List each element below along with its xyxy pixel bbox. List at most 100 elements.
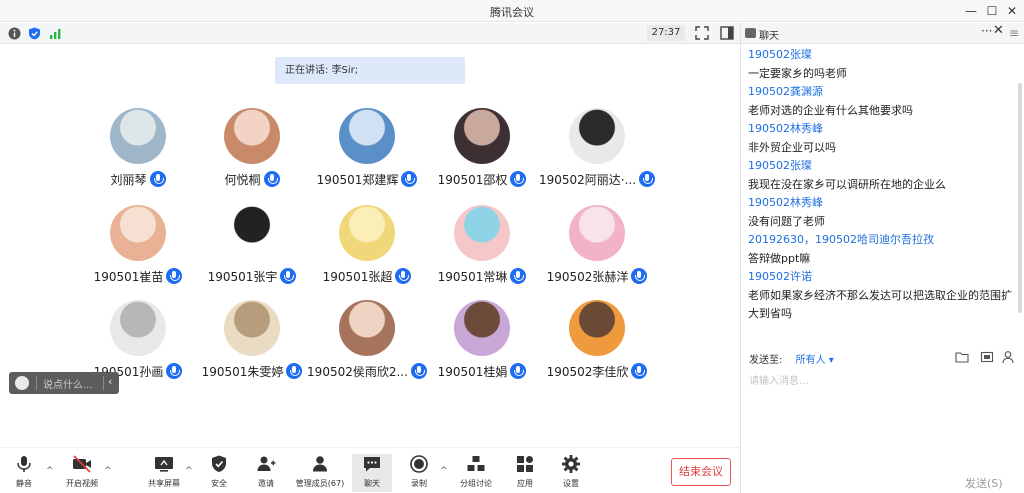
avatar	[339, 108, 395, 164]
mic-icon	[166, 363, 183, 379]
message-sender[interactable]: 190502林秀峰	[748, 120, 1020, 139]
breakout-icon	[467, 456, 485, 471]
members-icon	[313, 456, 327, 472]
avatar	[454, 300, 510, 356]
invite-button[interactable]: 邀请	[252, 454, 280, 492]
message-text: 非外贸企业可以吗	[748, 140, 836, 154]
meeting-toolbar: 静音 ^ 开启视频 ^ 共享屏幕 ^ 安全 邀请 管理成员(67) 聊天 录制 …	[0, 447, 740, 493]
record-icon	[410, 455, 428, 473]
video-off-icon	[73, 455, 91, 473]
avatar	[339, 300, 395, 356]
avatar	[224, 300, 280, 356]
avatar	[110, 300, 166, 356]
mic-icon	[631, 268, 648, 284]
message-sender[interactable]: 190502许诺	[748, 268, 1020, 287]
fullscreen-icon[interactable]	[694, 25, 710, 41]
start-video-button[interactable]: 开启视频	[62, 454, 102, 492]
microphone-icon	[17, 456, 31, 472]
gear-icon	[562, 455, 580, 473]
meeting-timer: 27:37	[647, 25, 685, 41]
mic-icon	[510, 363, 527, 379]
avatar	[224, 108, 280, 164]
mic-icon	[395, 268, 412, 284]
send-to-select[interactable]: 所有人 ▾	[796, 355, 834, 366]
message-text: 老师对选的企业有什么其他要求吗	[748, 103, 913, 117]
chat-scrollbar[interactable]	[1018, 83, 1022, 313]
avatar	[569, 205, 625, 261]
avatar	[569, 300, 625, 356]
message-text: 没有问题了老师	[748, 214, 825, 228]
chat-panel: 聊天 ··· ✕ ≡ 190502张璨 一定要家乡的吗老师 190502龚渊源 老师对…	[740, 23, 1024, 493]
mic-icon	[639, 171, 656, 187]
mic-icon	[149, 171, 166, 187]
security-button[interactable]: 安全	[205, 454, 233, 492]
avatar	[339, 205, 395, 261]
message-sender[interactable]: 190502龚渊源	[748, 83, 1020, 102]
apps-grid-icon	[517, 456, 533, 472]
settings-button[interactable]: 设置	[557, 454, 585, 492]
smiley-icon[interactable]	[15, 376, 29, 390]
message-text: 老师如果家乡经济不那么发达可以把选取企业的范围扩大到省吗	[748, 288, 1012, 321]
title-bar: 腾讯会议 — ☐ ✕	[0, 0, 1024, 22]
window-title: 腾讯会议	[490, 6, 534, 19]
participant-name: 190502张赫洋	[527, 268, 667, 285]
add-user-icon	[257, 456, 276, 471]
avatar	[110, 205, 166, 261]
message-sender[interactable]: 190502张璨	[748, 157, 1020, 176]
mute-button[interactable]: 静音	[10, 454, 38, 492]
end-meeting-button[interactable]: 结束会议	[671, 458, 731, 486]
security-shield-icon	[212, 455, 226, 472]
video-options-caret[interactable]: ^	[102, 454, 114, 492]
info-icon[interactable]	[8, 27, 21, 40]
share-screen-button[interactable]: 共享屏幕	[145, 454, 183, 492]
quick-chat-input[interactable]: 说点什么...	[43, 376, 93, 391]
breakout-rooms-button[interactable]: 分组讨论	[455, 454, 497, 492]
manage-members-button[interactable]: 管理成员(67)	[292, 454, 348, 492]
collapse-icon[interactable]: ‹	[108, 375, 112, 388]
mic-icon	[166, 268, 183, 284]
message-text: 答辩做ppt嘛	[748, 251, 811, 265]
participant-tile[interactable]: 190502张赫洋	[527, 205, 667, 295]
avatar	[110, 108, 166, 164]
participant-tile[interactable]: 190502阿丽达·...	[527, 108, 667, 198]
message-sender[interactable]: 190502张璨	[748, 46, 1020, 65]
send-button[interactable]: 发送(S)	[965, 475, 1003, 491]
reaction-bar[interactable]: 说点什么... ‹	[9, 372, 119, 394]
avatar	[224, 205, 280, 261]
shield-icon[interactable]	[28, 27, 41, 40]
message-sender[interactable]: 20192630，190502哈司迪尔吾拉孜	[748, 231, 1020, 250]
screenshot-icon[interactable]	[980, 350, 994, 364]
mic-icon	[263, 171, 280, 187]
send-to-row: 发送至: 所有人 ▾	[749, 355, 834, 366]
record-options-caret[interactable]: ^	[438, 454, 450, 492]
record-button[interactable]: 录制	[405, 454, 433, 492]
signal-icon[interactable]	[49, 27, 62, 40]
chat-icon	[364, 457, 380, 472]
meeting-info-bar: 27:37	[0, 23, 740, 44]
chat-button[interactable]: 聊天	[352, 454, 392, 492]
layout-icon[interactable]	[719, 25, 735, 41]
mic-icon	[510, 171, 527, 187]
maximize-button[interactable]: ☐	[983, 2, 1001, 20]
mic-icon	[510, 268, 527, 284]
participant-tile[interactable]: 190502李佳欣	[527, 300, 667, 390]
avatar	[569, 108, 625, 164]
message-text: 一定要家乡的吗老师	[748, 66, 847, 80]
folder-icon[interactable]	[955, 350, 969, 364]
speaking-indicator: 正在讲话: 李Sir;	[275, 57, 465, 84]
close-button[interactable]: ✕	[1003, 2, 1021, 20]
message-list: 190502张璨 一定要家乡的吗老师 190502龚渊源 老师对选的企业有什么其他要求…	[748, 33, 1020, 347]
message-text: 我现在没在家乡可以调研所在地的企业么	[748, 177, 946, 191]
participant-name: 190502阿丽达·...	[527, 171, 667, 188]
user-mention-icon[interactable]	[1002, 350, 1016, 364]
avatar	[454, 108, 510, 164]
share-screen-icon	[155, 457, 173, 472]
minimize-button[interactable]: —	[962, 2, 980, 20]
message-sender[interactable]: 190502林秀峰	[748, 194, 1020, 213]
participant-name: 190502李佳欣	[527, 363, 667, 380]
mute-options-caret[interactable]: ^	[44, 454, 56, 492]
avatar	[454, 205, 510, 261]
chat-message-input[interactable]: 请输入消息...	[749, 372, 1019, 387]
apps-button[interactable]: 应用	[511, 454, 539, 492]
share-options-caret[interactable]: ^	[183, 454, 195, 492]
